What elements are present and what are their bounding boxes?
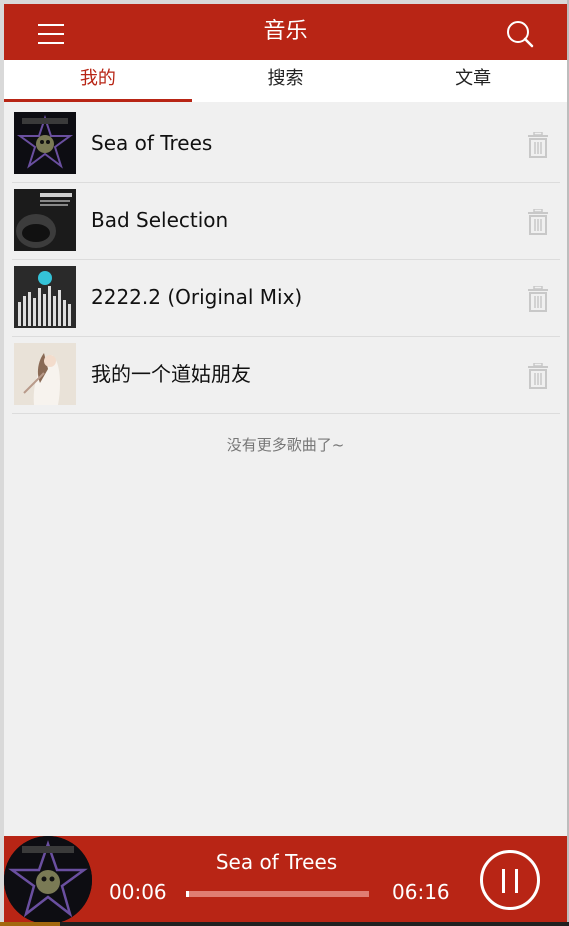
album-cover [14, 189, 76, 251]
search-button[interactable] [504, 18, 536, 50]
search-icon [507, 21, 534, 48]
app-header: 音乐 [4, 4, 567, 60]
trash-icon [528, 285, 548, 312]
song-list: Sea of Trees Bad Selection 2222.2 (Origi… [12, 106, 560, 414]
progress-fill [186, 891, 189, 897]
progress-bar[interactable] [186, 891, 369, 897]
trash-icon [528, 362, 548, 389]
tab-search[interactable]: 搜索 [192, 60, 380, 102]
trash-icon [528, 208, 548, 235]
album-cover [14, 112, 76, 174]
song-title: Sea of Trees [91, 131, 213, 155]
song-title: 2222.2 (Original Mix) [91, 285, 303, 309]
list-item[interactable]: Sea of Trees [12, 106, 560, 183]
song-title: Bad Selection [91, 208, 229, 232]
now-playing-cover[interactable] [4, 836, 92, 924]
current-time: 00:06 [109, 880, 167, 904]
taskbar-strip [0, 922, 569, 926]
list-item[interactable]: Bad Selection [12, 183, 560, 260]
delete-button[interactable] [526, 208, 550, 235]
page-title: 音乐 [263, 19, 308, 44]
list-item[interactable]: 2222.2 (Original Mix) [12, 260, 560, 337]
player-bar: Sea of Trees 00:06 06:16 [4, 836, 567, 926]
delete-button[interactable] [526, 362, 550, 389]
trash-icon [528, 131, 548, 158]
tab-mine[interactable]: 我的 [4, 60, 192, 102]
total-time: 06:16 [392, 880, 450, 904]
pause-icon [502, 869, 505, 893]
album-cover [14, 343, 76, 405]
song-title: 我的一个道姑朋友 [91, 362, 251, 386]
tab-bar: 我的 搜索 文章 [4, 60, 567, 102]
now-playing-title: Sea of Trees [215, 850, 338, 874]
list-end-message: 没有更多歌曲了~ [226, 436, 345, 454]
taskbar-accent [0, 922, 60, 926]
pause-button[interactable] [480, 850, 540, 910]
tab-articles[interactable]: 文章 [379, 60, 567, 102]
delete-button[interactable] [526, 131, 550, 158]
list-item[interactable]: 我的一个道姑朋友 [12, 337, 560, 414]
album-cover [14, 266, 76, 328]
app-frame: 音乐 我的 搜索 文章 Sea of Trees Bad Selection 2… [4, 4, 567, 926]
delete-button[interactable] [526, 285, 550, 312]
pause-icon-bar [515, 869, 518, 893]
